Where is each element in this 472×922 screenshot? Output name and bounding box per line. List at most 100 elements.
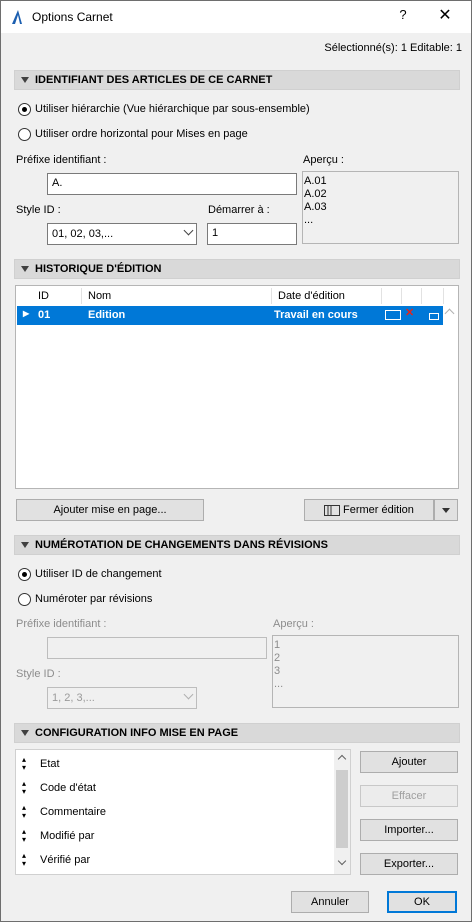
close-edition-label: Fermer édition bbox=[343, 504, 414, 516]
preview-line: ... bbox=[304, 214, 314, 226]
preview-line: 2 bbox=[274, 652, 281, 664]
cancel-button[interactable]: Annuler bbox=[291, 891, 369, 913]
close-edition-dropdown[interactable] bbox=[434, 499, 458, 521]
radio-use-hierarchy-label: Utiliser hiérarchie (Vue hiérarchique pa… bbox=[35, 103, 310, 115]
preview-line: A.03 bbox=[304, 201, 327, 213]
ok-button[interactable]: OK bbox=[387, 891, 457, 913]
list-item[interactable]: ▴ ▾ Code d'état bbox=[22, 780, 96, 796]
history-section-title: HISTORIQUE D'ÉDITION bbox=[35, 263, 162, 275]
radio-number-by-revision-label: Numéroter par révisions bbox=[35, 593, 153, 605]
column-header-date[interactable]: Date d'édition bbox=[272, 288, 382, 304]
collapse-arrow-icon bbox=[21, 730, 29, 736]
style-id-label: Style ID : bbox=[16, 204, 61, 216]
ident-preview-box: A.01 A.02 A.03 ... bbox=[302, 171, 459, 244]
column-header-name[interactable]: Nom bbox=[82, 288, 272, 304]
layout-info-section-title: CONFIGURATION INFO MISE EN PAGE bbox=[35, 727, 239, 739]
collapse-arrow-icon bbox=[21, 542, 29, 548]
row-date: Travail en cours bbox=[274, 309, 358, 321]
title-bar: Options Carnet ? ✕ bbox=[1, 1, 471, 33]
radio-use-change-id-label: Utiliser ID de changement bbox=[35, 568, 162, 580]
drag-handle-icon[interactable]: ▴ ▾ bbox=[22, 828, 30, 844]
delete-button: Effacer bbox=[360, 785, 458, 807]
layout-info-list: ▴ ▾ Etat ▴ ▾ Code d'état ▴ ▾ Commentaire ▴ ▾ Mod… bbox=[15, 749, 351, 875]
ident-section-header[interactable]: IDENTIFIANT DES ARTICLES DE CE CARNET bbox=[14, 70, 460, 90]
prefix-input[interactable]: A. bbox=[47, 173, 297, 195]
column-header-blank bbox=[422, 288, 444, 304]
radio-use-horizontal-label: Utiliser ordre horizontal pour Mises en … bbox=[35, 128, 248, 140]
selection-info: Sélectionné(s): 1 Editable: 1 bbox=[324, 42, 462, 54]
close-edition-icon bbox=[324, 505, 340, 516]
column-header-id[interactable]: ID bbox=[32, 288, 82, 304]
add-layout-button[interactable]: Ajouter mise en page... bbox=[16, 499, 204, 521]
drag-handle-icon[interactable]: ▴ ▾ bbox=[22, 756, 30, 772]
preview-line: 1 bbox=[274, 639, 281, 651]
radio-use-hierarchy[interactable] bbox=[18, 103, 31, 116]
numbering-style-label: Style ID : bbox=[16, 668, 61, 680]
column-header-blank bbox=[402, 288, 422, 304]
close-button[interactable]: ✕ bbox=[433, 5, 457, 27]
radio-use-horizontal[interactable] bbox=[18, 128, 31, 141]
drag-handle-icon[interactable]: ▴ ▾ bbox=[22, 804, 30, 820]
preview-line: A.02 bbox=[304, 188, 327, 200]
table-row[interactable]: ▶ 01 Edition Travail en cours ✕ bbox=[17, 306, 444, 325]
edit-layout-icon[interactable] bbox=[385, 310, 401, 323]
numbering-section-header[interactable]: NUMÉROTATION DE CHANGEMENTS DANS RÉVISIO… bbox=[14, 535, 460, 555]
list-item-label: Etat bbox=[40, 757, 60, 770]
menu-icon[interactable] bbox=[429, 311, 439, 323]
close-edition-button[interactable]: Fermer édition bbox=[304, 499, 434, 521]
numbering-style-select: 1, 2, 3,... bbox=[47, 687, 197, 709]
row-name: Edition bbox=[88, 309, 126, 321]
ident-section-title: IDENTIFIANT DES ARTICLES DE CE CARNET bbox=[35, 74, 273, 86]
history-section-header[interactable]: HISTORIQUE D'ÉDITION bbox=[14, 259, 460, 279]
drag-handle-icon[interactable]: ▴ ▾ bbox=[22, 780, 30, 796]
chevron-down-icon bbox=[183, 689, 194, 700]
drag-handle-icon[interactable]: ▴ ▾ bbox=[22, 852, 30, 868]
numbering-preview-box: 1 2 3 ... bbox=[272, 635, 459, 708]
preview-label: Aperçu : bbox=[303, 154, 344, 166]
row-id: 01 bbox=[38, 309, 51, 321]
preview-line: A.01 bbox=[304, 175, 327, 187]
expand-row-icon[interactable]: ▶ bbox=[23, 309, 29, 318]
list-item[interactable]: ▴ ▾ Etat bbox=[22, 756, 60, 772]
list-item[interactable]: ▴ ▾ Vérifié par bbox=[22, 852, 90, 868]
list-item-label: Code d'état bbox=[40, 781, 96, 794]
export-button[interactable]: Exporter... bbox=[360, 853, 458, 875]
radio-number-by-revision[interactable] bbox=[18, 593, 31, 606]
start-at-label: Démarrer à : bbox=[208, 204, 270, 216]
numbering-prefix-input bbox=[47, 637, 267, 659]
numbering-preview-label: Aperçu : bbox=[273, 618, 314, 630]
dropdown-arrow-icon bbox=[442, 507, 450, 513]
list-item[interactable]: ▴ ▾ Modifié par bbox=[22, 828, 94, 844]
scroll-up-icon[interactable] bbox=[337, 754, 347, 764]
prefix-label: Préfixe identifiant : bbox=[16, 154, 107, 166]
help-button[interactable]: ? bbox=[391, 7, 415, 27]
preview-line: 3 bbox=[274, 665, 281, 677]
start-at-input[interactable]: 1 bbox=[207, 223, 297, 245]
history-table: ID Nom Date d'édition ▶ 01 Edition Trava… bbox=[15, 285, 459, 489]
scroll-down-icon[interactable] bbox=[337, 856, 347, 866]
collapse-arrow-icon bbox=[21, 266, 29, 272]
list-item-label: Modifié par bbox=[40, 829, 95, 842]
list-item-label: Commentaire bbox=[40, 805, 107, 818]
collapse-arrow-icon bbox=[21, 77, 29, 83]
add-button[interactable]: Ajouter bbox=[360, 751, 458, 773]
scroll-up-icon[interactable] bbox=[444, 308, 455, 319]
column-header-blank bbox=[382, 288, 402, 304]
style-id-value: 01, 02, 03,... bbox=[52, 228, 114, 240]
style-id-select[interactable]: 01, 02, 03,... bbox=[47, 223, 197, 245]
preview-line: ... bbox=[274, 678, 284, 690]
window-title: Options Carnet bbox=[32, 10, 113, 24]
numbering-style-value: 1, 2, 3,... bbox=[52, 692, 95, 704]
options-carnet-dialog: Options Carnet ? ✕ Sélectionné(s): 1 Edi… bbox=[0, 0, 472, 922]
layout-info-section-header[interactable]: CONFIGURATION INFO MISE EN PAGE bbox=[14, 723, 460, 743]
numbering-section-title: NUMÉROTATION DE CHANGEMENTS DANS RÉVISIO… bbox=[35, 539, 328, 551]
radio-use-change-id[interactable] bbox=[18, 568, 31, 581]
import-button[interactable]: Importer... bbox=[360, 819, 458, 841]
scroll-thumb[interactable] bbox=[336, 770, 348, 848]
list-item-label: Vérifié par bbox=[40, 853, 91, 866]
numbering-prefix-label: Préfixe identifiant : bbox=[16, 618, 107, 630]
delete-icon[interactable]: ✕ bbox=[405, 306, 414, 319]
list-item[interactable]: ▴ ▾ Commentaire bbox=[22, 804, 106, 820]
table-scrollbar[interactable] bbox=[443, 306, 457, 488]
list-scrollbar[interactable] bbox=[334, 750, 350, 874]
